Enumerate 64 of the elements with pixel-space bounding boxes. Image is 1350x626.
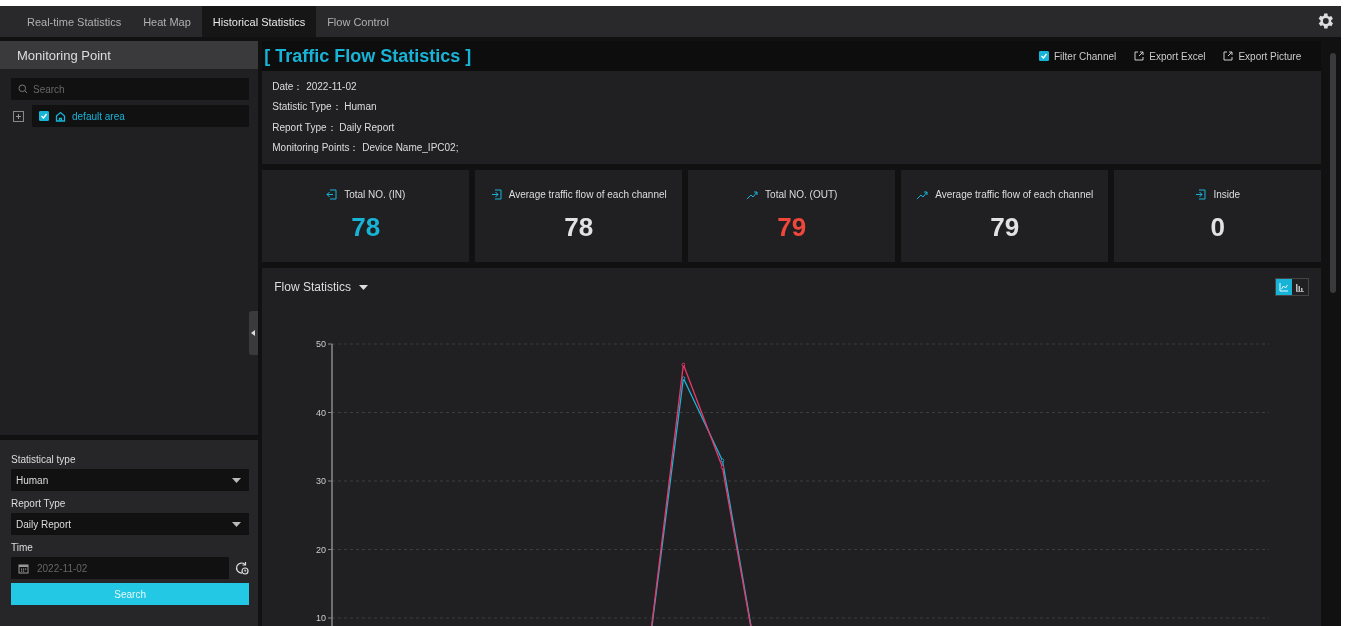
date-field[interactable]: 2022-11-02 [11, 557, 230, 579]
trend-up-icon [916, 189, 929, 200]
info-line: Report Type： Daily Report [272, 120, 396, 135]
refresh-clock-icon[interactable] [235, 561, 250, 575]
caret-icon [232, 477, 242, 483]
data-point [681, 362, 686, 367]
caret-icon [358, 284, 368, 290]
trend-up-icon [746, 189, 759, 200]
field-label: Report Type [11, 498, 67, 511]
dropdown[interactable]: Human [11, 469, 250, 491]
caret-icon [232, 521, 242, 527]
field-label: Statistical type [11, 454, 77, 467]
checkbox-label: Filter Channel [1054, 50, 1117, 62]
tree-item[interactable]: default area [32, 105, 250, 127]
bar-chart-icon [1295, 282, 1306, 292]
axis-tick-label: 10 [316, 613, 327, 623]
stat-value: 78 [351, 212, 381, 243]
tab[interactable]: Real-time Statistics [16, 6, 133, 37]
panel-title: Monitoring Point [0, 41, 259, 69]
search-field[interactable]: Search [11, 78, 250, 100]
chart-type-button[interactable] [1276, 279, 1293, 295]
sign-in-icon [490, 189, 502, 200]
stat-value: 79 [990, 212, 1020, 243]
stat-label: Total NO. (OUT) [765, 189, 838, 200]
export-link[interactable]: Export Picture [1223, 50, 1302, 62]
tab[interactable]: Flow Control [316, 6, 400, 37]
stat-label: Average traffic flow of each channel [508, 189, 667, 200]
stat-label: Total NO. (IN) [344, 189, 406, 200]
collapse-handle[interactable] [249, 311, 259, 355]
axis-tick-label: 40 [316, 407, 327, 418]
dropdown[interactable]: Daily Report [11, 513, 250, 535]
info-line: Statistic Type： Human [272, 100, 378, 115]
stat-label: Inside [1213, 189, 1241, 200]
stat-value: 0 [1210, 212, 1225, 243]
sign-in-icon [1195, 189, 1207, 200]
export-icon [1134, 51, 1145, 61]
tab[interactable]: Historical Statistics [201, 6, 317, 37]
checkbox[interactable] [39, 111, 49, 121]
home-icon [55, 110, 66, 122]
chart-dropdown[interactable]: Flow Statistics [274, 280, 368, 294]
export-icon [1223, 51, 1234, 61]
field-label: Time [11, 542, 34, 555]
stat-value: 79 [777, 212, 807, 243]
info-line: Monitoring Points： Device Name_IPC02; [272, 140, 460, 155]
stat-value: 78 [564, 212, 594, 243]
line-chart-icon [1279, 282, 1290, 292]
calendar-icon [18, 563, 29, 574]
info-line: Date： 2022-11-02 [272, 80, 358, 95]
stat-label: Average traffic flow of each channel [935, 189, 1094, 200]
axis-tick-label: 20 [316, 544, 327, 555]
filter-checkbox[interactable]: Filter Channel [1039, 50, 1117, 62]
checkbox[interactable] [1039, 51, 1049, 61]
tab[interactable]: Heat Map [132, 6, 202, 37]
expand-icon[interactable] [13, 110, 24, 122]
data-point [681, 376, 686, 381]
scrollbar-thumb[interactable] [1330, 53, 1337, 293]
search-icon [18, 84, 28, 94]
page-title: [ Traffic Flow Statistics ] [263, 45, 472, 67]
axis-tick-label: 50 [316, 339, 327, 349]
axis-tick-label: 30 [316, 476, 327, 486]
sign-in-icon [326, 189, 338, 200]
export-link[interactable]: Export Excel [1134, 50, 1206, 62]
data-point [720, 465, 725, 470]
data-point [720, 458, 725, 463]
